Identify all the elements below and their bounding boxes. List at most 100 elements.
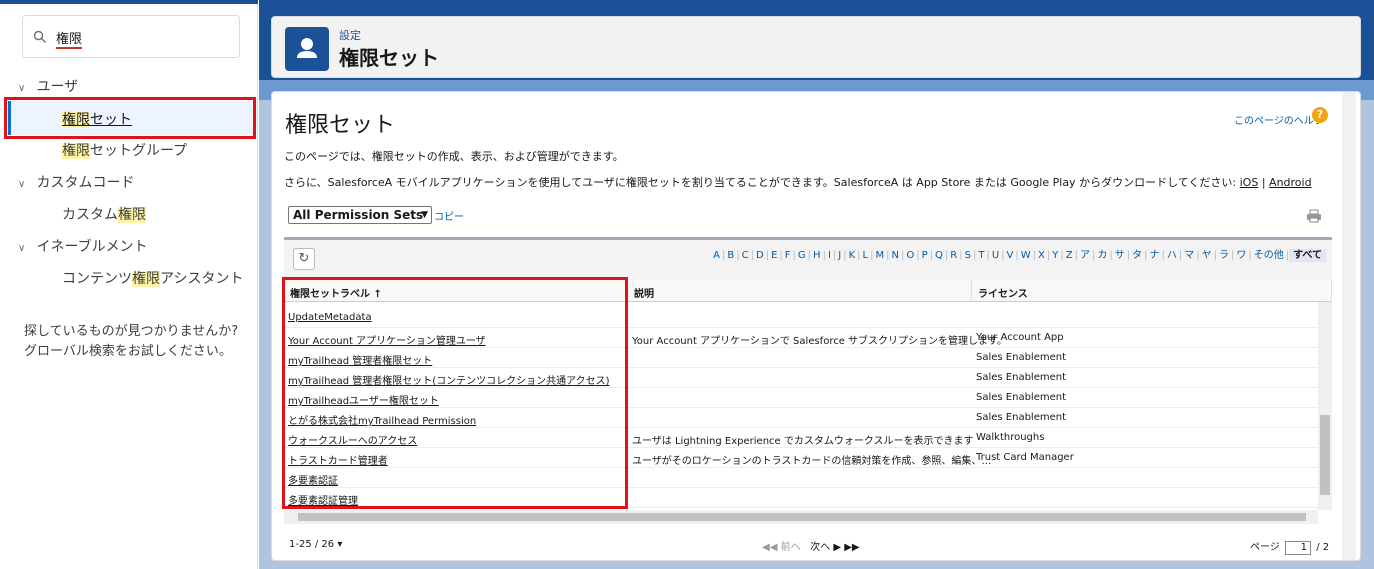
nav-enablement[interactable]: ∨ イネーブルメント xyxy=(18,236,148,256)
cell-license: Sales Enablement xyxy=(976,372,1067,383)
nav-custom-code-label: カスタムコード xyxy=(36,175,135,191)
alpha-filter-item[interactable]: K xyxy=(847,250,858,261)
nav-users[interactable]: ∨ ユーザ xyxy=(18,76,78,96)
alphabet-filter: A | B | C | D | E | F | G | H | I | J | K | L | M | N | O | P | Q | R | S | T |… xyxy=(711,246,1326,262)
nav-custom-permissions[interactable]: カスタム権限 xyxy=(62,204,146,224)
alpha-filter-item[interactable]: ハ xyxy=(1165,250,1179,261)
cell-description: ユーザは Lightning Experience でカスタムウォークスルーを表… xyxy=(632,436,974,447)
quick-find-search[interactable]: 権限 xyxy=(22,15,240,58)
refresh-icon[interactable]: ↻ xyxy=(293,248,315,270)
alpha-filter-item[interactable]: H xyxy=(811,250,823,261)
setup-sidebar: 権限 ∨ ユーザ 権限セット 権限セットグループ ∨ カスタムコード カスタム権… xyxy=(0,0,258,569)
alpha-filter-item[interactable]: W xyxy=(1019,250,1033,261)
alpha-filter-item[interactable]: E xyxy=(769,250,779,261)
alpha-filter-item[interactable]: V xyxy=(1005,250,1016,261)
cell-description: ユーザがそのロケーションのトラストカードの信頼対策を作成、参照、編集、… xyxy=(632,456,992,467)
table-vertical-scrollbar[interactable] xyxy=(1318,302,1332,510)
table-row: ウォークスルーへのアクセス ユーザは Lightning Experience で… xyxy=(284,428,1318,448)
help-link[interactable]: このページのヘルプ xyxy=(1234,112,1324,127)
breadcrumb[interactable]: 設定 xyxy=(339,27,361,43)
nav-content-permissions-assistant[interactable]: コンテンツ権限アシスタント xyxy=(62,268,243,288)
alpha-filter-item[interactable]: Z xyxy=(1064,250,1075,261)
alpha-filter-item[interactable]: ラ xyxy=(1217,250,1231,261)
alpha-filter-item[interactable]: D xyxy=(754,250,766,261)
alpha-filter-item[interactable]: A xyxy=(711,250,722,261)
alpha-filter-item[interactable]: ワ xyxy=(1234,250,1248,261)
page-nav: ◀◀ 前へ 次へ ▶ ▶▶ xyxy=(762,538,860,553)
nav-permission-set-groups[interactable]: 権限セットグループ xyxy=(62,140,187,160)
cell-label[interactable]: myTrailheadユーザー権限セット xyxy=(288,392,439,407)
alpha-filter-item[interactable]: F xyxy=(783,250,793,261)
column-header-label[interactable]: 権限セットラベル ↑ xyxy=(284,280,628,302)
alpha-filter-item[interactable]: L xyxy=(861,250,871,261)
alpha-filter-item[interactable]: S xyxy=(963,250,973,261)
next-page-link[interactable]: 次へ xyxy=(810,542,830,553)
alpha-filter-item[interactable]: Y xyxy=(1050,250,1060,261)
cell-description: Your Account アプリケーションで Salesforce サブスクリプ… xyxy=(632,336,1008,347)
alpha-filter-item[interactable]: X xyxy=(1036,250,1047,261)
alpha-filter-item[interactable]: ア xyxy=(1078,250,1092,261)
alpha-filter-item[interactable]: ヤ xyxy=(1200,250,1214,261)
cell-label[interactable]: myTrailhead 管理者権限セット xyxy=(288,352,432,367)
page-scrollbar[interactable] xyxy=(1342,92,1356,560)
alpha-filter-item[interactable]: R xyxy=(948,250,959,261)
page-input[interactable]: 1 xyxy=(1285,541,1311,555)
page-indicator: ページ 1 / 2 xyxy=(1250,541,1330,555)
ios-link[interactable]: iOS xyxy=(1240,176,1259,189)
alpha-filter-item[interactable]: サ xyxy=(1113,250,1127,261)
alpha-filter-item[interactable]: タ xyxy=(1130,250,1144,261)
alpha-filter-item[interactable]: N xyxy=(890,250,901,261)
list-toolbar: ↻ A | B | C | D | E | F | G | H | I | J | K | L | M | N | O | P | Q | R | S |… xyxy=(284,240,1332,280)
cell-label[interactable]: myTrailhead 管理者権限セット(コンテンツコレクション共通アクセス) xyxy=(288,372,610,387)
android-link[interactable]: Android xyxy=(1269,176,1312,189)
alpha-filter-item[interactable]: U xyxy=(990,250,1001,261)
cell-label[interactable]: ウォークスルーへのアクセス xyxy=(288,432,417,447)
alpha-filter-item[interactable]: P xyxy=(920,250,930,261)
table-row: トラストカード管理者 ユーザがそのロケーションのトラストカードの信頼対策を作成、参… xyxy=(284,448,1318,468)
next-page-icon[interactable]: ▶ xyxy=(833,542,841,553)
alpha-filter-item[interactable]: B xyxy=(725,250,736,261)
cell-label[interactable]: トラストカード管理者 xyxy=(288,452,388,467)
cell-license: Your Account App xyxy=(976,332,1064,343)
help-icon[interactable]: ? xyxy=(1312,107,1328,123)
chevron-down-icon: ▼ xyxy=(421,210,428,220)
list-view: ↻ A | B | C | D | E | F | G | H | I | J | K | L | M | N | O | P | Q | R | S |… xyxy=(284,237,1332,555)
alpha-filter-item[interactable]: カ xyxy=(1095,250,1109,261)
chevron-down-icon: ∨ xyxy=(18,243,26,254)
alpha-filter-item[interactable]: T xyxy=(976,250,986,261)
alpha-filter-item[interactable]: G xyxy=(796,250,808,261)
search-icon xyxy=(33,30,46,43)
alpha-separator: | xyxy=(886,250,890,261)
cell-label[interactable]: 多要素認証管理 xyxy=(288,492,358,507)
alpha-filter-item[interactable]: ナ xyxy=(1147,250,1161,261)
permission-set-table: 権限セットラベル ↑ 説明 ライセンス UpdateMetadata Your A… xyxy=(284,280,1332,510)
record-count[interactable]: 1-25 / 26 ▾ xyxy=(289,539,342,550)
search-input[interactable]: 権限 xyxy=(56,28,83,49)
alpha-filter-all[interactable]: すべて xyxy=(1289,249,1326,262)
setup-header: 設定 権限セット xyxy=(271,16,1361,78)
cell-label[interactable]: とがる株式会社myTrailhead Permission xyxy=(288,412,476,427)
view-select[interactable]: All Permission Sets ▼ xyxy=(288,206,432,224)
alpha-filter-item[interactable]: Q xyxy=(933,250,945,261)
print-icon[interactable] xyxy=(1306,209,1322,223)
alpha-filter-item[interactable]: C xyxy=(740,250,751,261)
nav-custom-code[interactable]: ∨ カスタムコード xyxy=(18,172,134,192)
column-header-description[interactable]: 説明 xyxy=(628,280,972,302)
alpha-filter-item[interactable]: O xyxy=(904,250,916,261)
alpha-filter-item[interactable]: その他 xyxy=(1252,250,1286,261)
cell-label[interactable]: UpdateMetadata xyxy=(288,312,372,323)
table-horizontal-scrollbar[interactable] xyxy=(284,510,1318,524)
last-page-icon[interactable]: ▶▶ xyxy=(844,542,859,553)
not-found-message: 探しているものが見つかりませんか? グローバル検索をお試しください。 xyxy=(24,324,239,359)
alpha-filter-item[interactable]: I xyxy=(826,250,833,261)
column-header-license[interactable]: ライセンス xyxy=(972,280,1332,302)
table-row: Your Account アプリケーション管理ユーザ Your Account ア… xyxy=(284,328,1318,348)
copy-link[interactable]: コピー xyxy=(434,208,464,223)
table-row: 多要素認証 xyxy=(284,468,1318,488)
alpha-filter-item[interactable]: マ xyxy=(1182,250,1196,261)
first-page-icon: ◀◀ xyxy=(762,542,778,553)
alpha-filter-item[interactable]: M xyxy=(874,250,887,261)
page-title: 権限セット xyxy=(285,113,396,138)
cell-label[interactable]: Your Account アプリケーション管理ユーザ xyxy=(288,332,486,347)
cell-label[interactable]: 多要素認証 xyxy=(288,472,338,487)
